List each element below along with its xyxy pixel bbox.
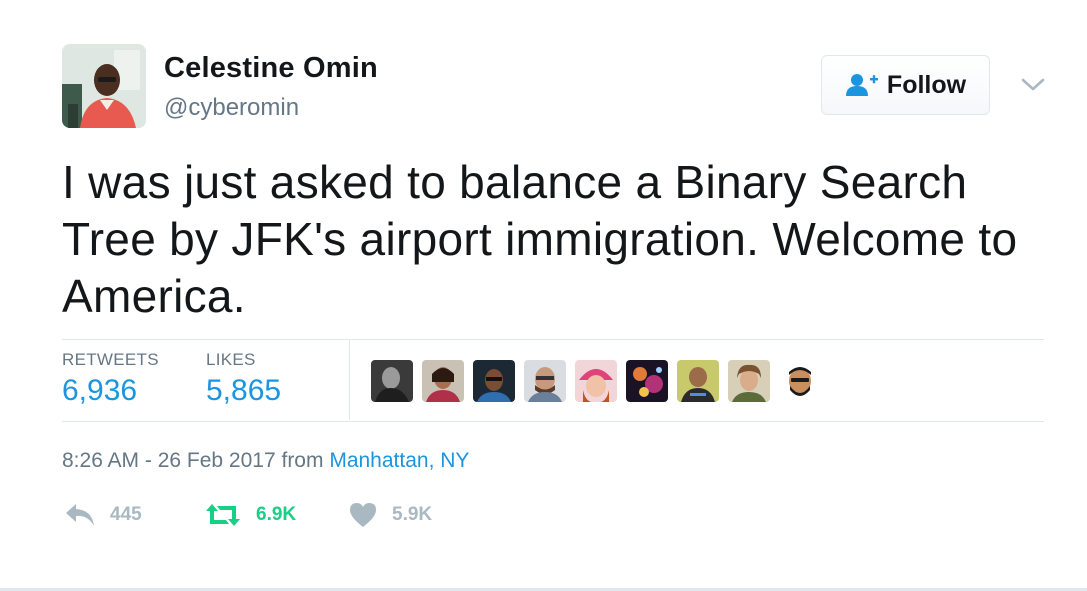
reply-count: 445 bbox=[110, 504, 142, 525]
liker-avatar[interactable] bbox=[728, 360, 770, 402]
retweet-count: 6.9K bbox=[256, 504, 297, 525]
retweet-button[interactable]: 6.9K bbox=[204, 502, 296, 528]
location-link[interactable]: Manhattan, NY bbox=[329, 449, 469, 472]
author-avatar[interactable] bbox=[62, 44, 146, 128]
likes-value: 5,865 bbox=[206, 374, 282, 407]
liker-avatar[interactable] bbox=[779, 360, 821, 402]
retweet-icon bbox=[206, 504, 240, 526]
add-user-icon bbox=[845, 74, 878, 96]
liker-avatar[interactable] bbox=[473, 360, 515, 402]
avatar-photo bbox=[62, 44, 146, 128]
divider-bottom bbox=[62, 421, 1044, 422]
liker-avatar[interactable] bbox=[626, 360, 668, 402]
author-name[interactable]: Celestine Omin bbox=[164, 52, 378, 85]
divider-top bbox=[62, 339, 1044, 340]
from-text: from bbox=[281, 449, 324, 472]
likers-avatars bbox=[371, 360, 821, 402]
follow-button-label: Follow bbox=[886, 70, 967, 99]
liker-avatar[interactable] bbox=[371, 360, 413, 402]
timestamp-text: 8:26 AM - 26 Feb 2017 bbox=[62, 449, 276, 472]
likes-stat[interactable]: LIKES 5,865 bbox=[206, 350, 281, 408]
heart-icon bbox=[350, 503, 376, 527]
retweets-value: 6,936 bbox=[62, 374, 138, 407]
liker-avatar[interactable] bbox=[524, 360, 566, 402]
tweet-text: I was just asked to balance a Binary Sea… bbox=[62, 156, 1018, 322]
likes-label: LIKES bbox=[206, 350, 256, 369]
like-button[interactable]: 5.9K bbox=[348, 502, 432, 528]
retweets-label: RETWEETS bbox=[62, 350, 159, 369]
reply-icon bbox=[66, 504, 94, 526]
liker-avatar[interactable] bbox=[422, 360, 464, 402]
stats-separator bbox=[349, 340, 350, 420]
author-handle[interactable]: @cyberomin bbox=[164, 94, 299, 122]
retweets-stat[interactable]: RETWEETS 6,936 bbox=[62, 350, 159, 408]
chevron-down-icon[interactable] bbox=[1020, 74, 1046, 96]
tweet-timestamp: 8:26 AM - 26 Feb 2017 from Manhattan, NY bbox=[62, 449, 469, 473]
liker-avatar[interactable] bbox=[677, 360, 719, 402]
tweet-card: Celestine Omin @cyberomin Follow I was j… bbox=[0, 0, 1087, 591]
like-count: 5.9K bbox=[392, 504, 433, 525]
reply-button[interactable]: 445 bbox=[64, 502, 142, 528]
liker-avatar[interactable] bbox=[575, 360, 617, 402]
follow-button[interactable]: Follow bbox=[821, 55, 990, 115]
